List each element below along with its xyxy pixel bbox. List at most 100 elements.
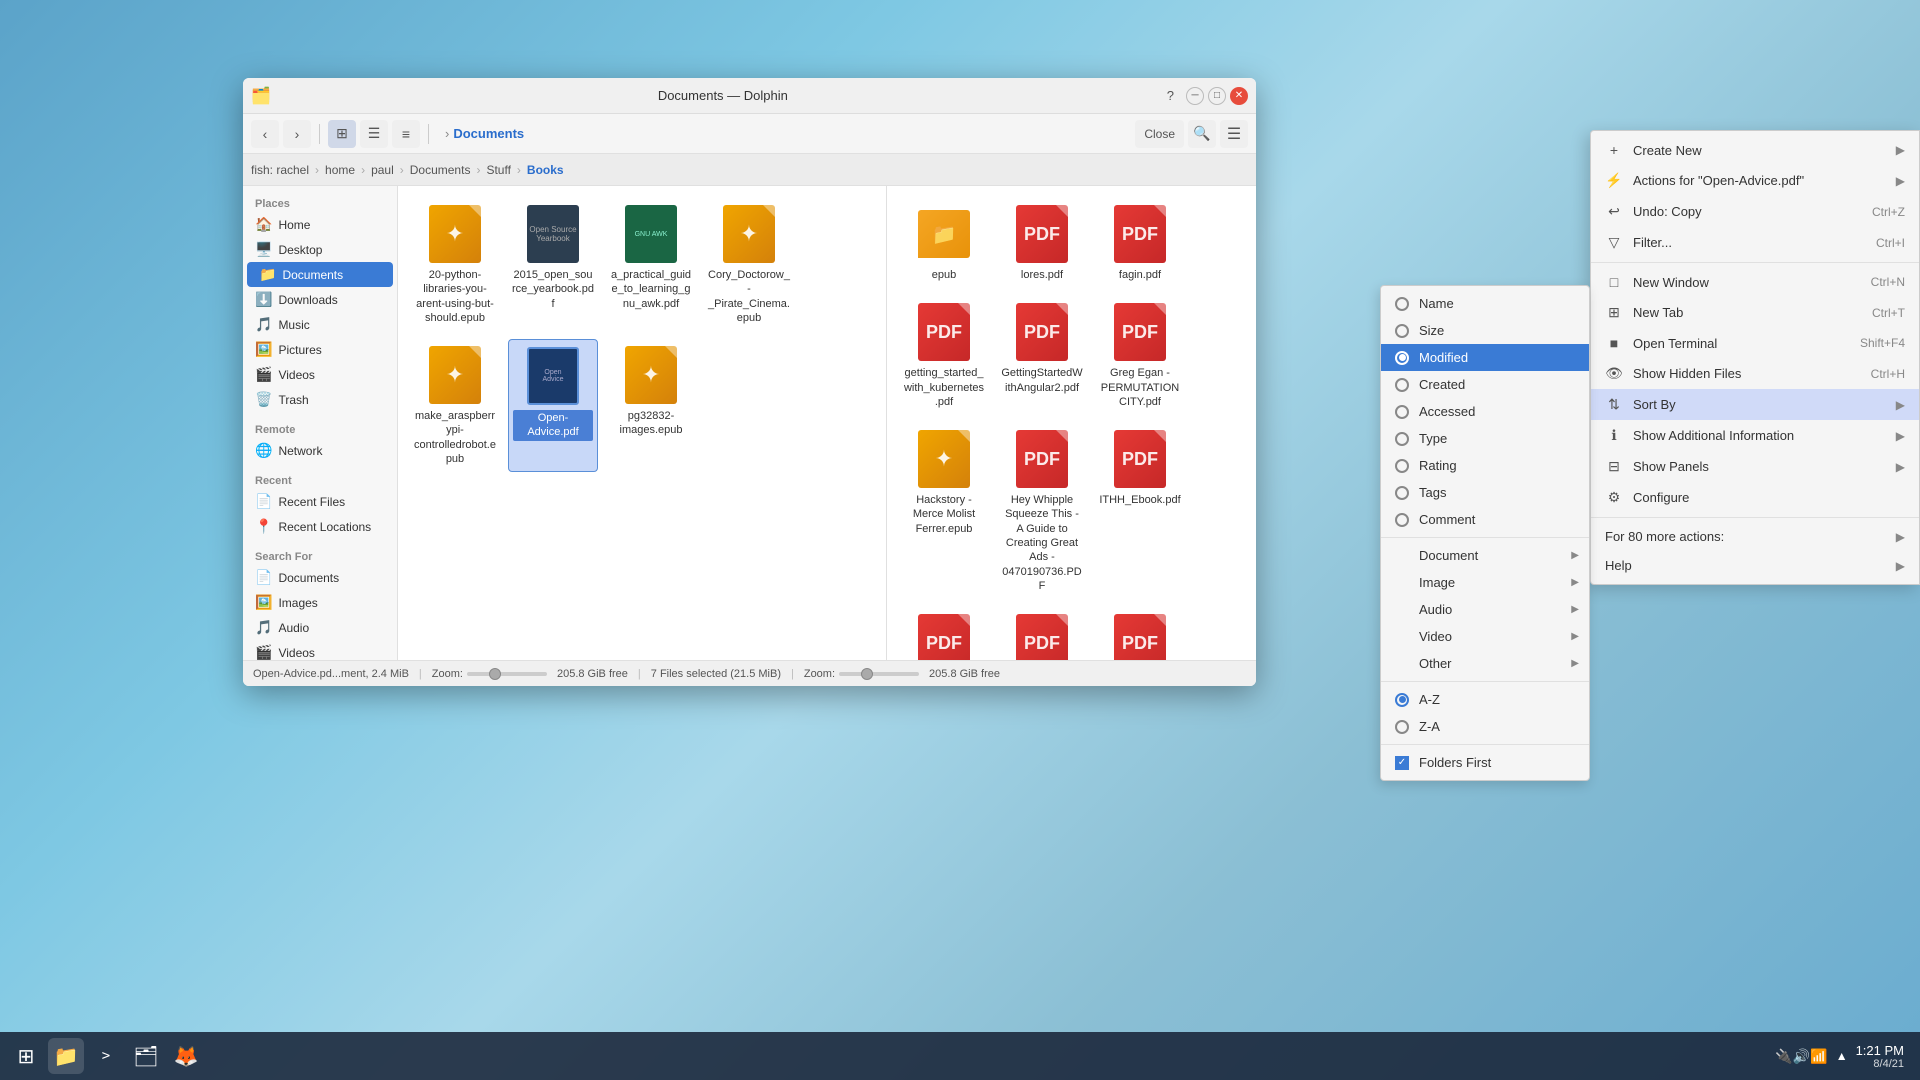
sort-folders-first[interactable]: ✓ Folders First	[1381, 749, 1589, 776]
zoom-control-right[interactable]: Zoom:	[804, 668, 919, 680]
close-panel-button[interactable]: Close	[1135, 120, 1184, 148]
breadcrumb-current[interactable]: Documents	[453, 126, 524, 141]
menu-help[interactable]: Help ▶	[1591, 551, 1919, 580]
sort-document[interactable]: Document	[1381, 542, 1589, 569]
sidebar-item-search-videos[interactable]: 🎬 Videos	[243, 640, 397, 660]
zoom-thumb-left[interactable]	[489, 668, 501, 680]
view-detail-button[interactable]: ≡	[392, 120, 420, 148]
taskbar-browser[interactable]: 🦊	[168, 1038, 204, 1074]
sidebar-item-documents[interactable]: 📁 Documents	[247, 262, 393, 287]
file-item-ithh[interactable]: PDF ITHH_Ebook.pdf	[1095, 423, 1185, 599]
file-item-epub2[interactable]: ✦ Cory_Doctorow_-_Pirate_Cinema.epub	[704, 198, 794, 331]
menu-sort-by[interactable]: ⇅ Sort By ▶	[1591, 389, 1919, 420]
sort-image[interactable]: Image	[1381, 569, 1589, 596]
sidebar-item-music[interactable]: 🎵 Music	[243, 312, 397, 337]
file-item-latex[interactable]: PDF latex.pdf	[899, 607, 989, 660]
menu-more-actions[interactable]: For 80 more actions: ▶	[1591, 522, 1919, 551]
view-compact-button[interactable]: ☰	[360, 120, 388, 148]
file-item-hackstory[interactable]: ✦ Hackstory - Merce Molist Ferrer.epub	[899, 423, 989, 599]
sort-rating[interactable]: Rating	[1381, 452, 1589, 479]
file-item-kubernetes[interactable]: PDF getting_started_with_kubernetes.pdf	[899, 296, 989, 415]
menu-new-window[interactable]: □ New Window Ctrl+N	[1591, 267, 1919, 297]
file-item-learnx[interactable]: PDF learnxinyminutes.pdf	[997, 607, 1087, 660]
taskbar-terminal[interactable]: >	[88, 1038, 124, 1074]
nav-documents[interactable]: Documents	[410, 163, 471, 177]
sidebar-item-search-images[interactable]: 🖼️ Images	[243, 590, 397, 615]
lores-pdf-icon: PDF	[1016, 205, 1068, 263]
menu-undo-copy[interactable]: ↩ Undo: Copy Ctrl+Z	[1591, 196, 1919, 227]
close-button[interactable]: ✕	[1230, 87, 1248, 105]
sort-z-a[interactable]: Z-A	[1381, 713, 1589, 740]
sort-video[interactable]: Video	[1381, 623, 1589, 650]
zoom-control-left[interactable]: Zoom:	[432, 668, 547, 680]
sort-other[interactable]: Other	[1381, 650, 1589, 677]
zoom-slider-right[interactable]	[839, 672, 919, 676]
sort-a-z[interactable]: A-Z	[1381, 686, 1589, 713]
menu-show-hidden[interactable]: 👁 Show Hidden Files Ctrl+H	[1591, 358, 1919, 389]
nav-fish[interactable]: fish: rachel	[251, 163, 309, 177]
file-item-pdf-selected[interactable]: OpenAdvice Open-Advice.pdf	[508, 339, 598, 472]
menu-create-new[interactable]: + Create New ▶	[1591, 135, 1919, 165]
file-item-whipple[interactable]: PDF Hey Whipple Squeeze This - A Guide t…	[997, 423, 1087, 599]
file-item-epub4[interactable]: ✦ pg32832-images.epub	[606, 339, 696, 472]
sidebar-item-search-audio[interactable]: 🎵 Audio	[243, 615, 397, 640]
file-item-folder-epub[interactable]: 📁 epub	[899, 198, 989, 288]
help-button[interactable]: ?	[1167, 88, 1174, 103]
menu-open-terminal[interactable]: ■ Open Terminal Shift+F4	[1591, 328, 1919, 358]
maximize-button[interactable]: □	[1208, 87, 1226, 105]
sidebar-item-downloads[interactable]: ⬇️ Downloads	[243, 287, 397, 312]
sidebar-item-network[interactable]: 🌐 Network	[243, 438, 397, 463]
terminal-label: Open Terminal	[1633, 336, 1850, 351]
view-icons-button[interactable]: ⊞	[328, 120, 356, 148]
forward-button[interactable]: ›	[283, 120, 311, 148]
sort-audio[interactable]: Audio	[1381, 596, 1589, 623]
menu-configure[interactable]: ⚙ Configure	[1591, 482, 1919, 513]
file-item-epub1[interactable]: ✦ 20-python-libraries-you-arent-using-bu…	[410, 198, 500, 331]
sidebar-item-home[interactable]: 🏠 Home	[243, 212, 397, 237]
sort-name[interactable]: Name	[1381, 290, 1589, 317]
file-item-lores[interactable]: PDF lores.pdf	[997, 198, 1087, 288]
minimize-button[interactable]: ─	[1186, 87, 1204, 105]
zoom-thumb-right[interactable]	[861, 668, 873, 680]
sidebar-item-recent-files[interactable]: 📄 Recent Files	[243, 489, 397, 514]
taskbar-show-desktop[interactable]: ⊞	[8, 1038, 44, 1074]
file-item-fagin[interactable]: PDF fagin.pdf	[1095, 198, 1185, 288]
file-item-angular[interactable]: PDF GettingStartedWithAngular2.pdf	[997, 296, 1087, 415]
back-button[interactable]: ‹	[251, 120, 279, 148]
sidebar-item-recent-locations[interactable]: 📍 Recent Locations	[243, 514, 397, 539]
menu-show-panels[interactable]: ⊟ Show Panels ▶	[1591, 451, 1919, 482]
nav-books[interactable]: Books	[527, 163, 564, 177]
sort-modified[interactable]: Modified	[1381, 344, 1589, 371]
menu-filter[interactable]: ▽ Filter... Ctrl+I	[1591, 227, 1919, 258]
search-button[interactable]: 🔍	[1188, 120, 1216, 148]
sidebar-item-search-documents[interactable]: 📄 Documents	[243, 565, 397, 590]
sort-accessed[interactable]: Accessed	[1381, 398, 1589, 425]
sort-comment[interactable]: Comment	[1381, 506, 1589, 533]
file-icon-wrap-4: ✦	[721, 204, 777, 264]
sort-created[interactable]: Created	[1381, 371, 1589, 398]
sidebar-item-trash[interactable]: 🗑️ Trash	[243, 387, 397, 412]
nav-paul[interactable]: paul	[371, 163, 394, 177]
menu-actions[interactable]: ⚡ Actions for "Open-Advice.pdf" ▶	[1591, 165, 1919, 196]
sort-tags[interactable]: Tags	[1381, 479, 1589, 506]
file-item-epub3[interactable]: ✦ make_araspberrypi-controlledrobot.epub	[410, 339, 500, 472]
menu-new-tab[interactable]: ⊞ New Tab Ctrl+T	[1591, 297, 1919, 328]
taskbar-files[interactable]: 📁	[48, 1038, 84, 1074]
nav-stuff[interactable]: Stuff	[486, 163, 510, 177]
file-item-egan[interactable]: PDF Greg Egan - PERMUTATION CITY.pdf	[1095, 296, 1185, 415]
taskbar-file-manager[interactable]: 🗂	[128, 1038, 164, 1074]
sort-size[interactable]: Size	[1381, 317, 1589, 344]
file-item-lua[interactable]: PDF luarefv51.pdf	[1095, 607, 1185, 660]
sort-type[interactable]: Type	[1381, 425, 1589, 452]
file-item-pdf2[interactable]: GNU AWK a_practical_guide_to_learning_gn…	[606, 198, 696, 331]
sidebar-item-pictures[interactable]: 🖼️ Pictures	[243, 337, 397, 362]
menu-show-additional[interactable]: ℹ Show Additional Information ▶	[1591, 420, 1919, 451]
new-tab-label: New Tab	[1633, 305, 1862, 320]
sidebar-item-desktop[interactable]: 🖥️ Desktop	[243, 237, 397, 262]
sidebar-item-videos[interactable]: 🎬 Videos	[243, 362, 397, 387]
left-file-area: ✦ 20-python-libraries-you-arent-using-bu…	[398, 186, 886, 660]
nav-home[interactable]: home	[325, 163, 355, 177]
file-item-pdf1[interactable]: Open SourceYearbook 2015_open_source_yea…	[508, 198, 598, 331]
hamburger-button[interactable]: ☰	[1220, 120, 1248, 148]
zoom-slider-left[interactable]	[467, 672, 547, 676]
